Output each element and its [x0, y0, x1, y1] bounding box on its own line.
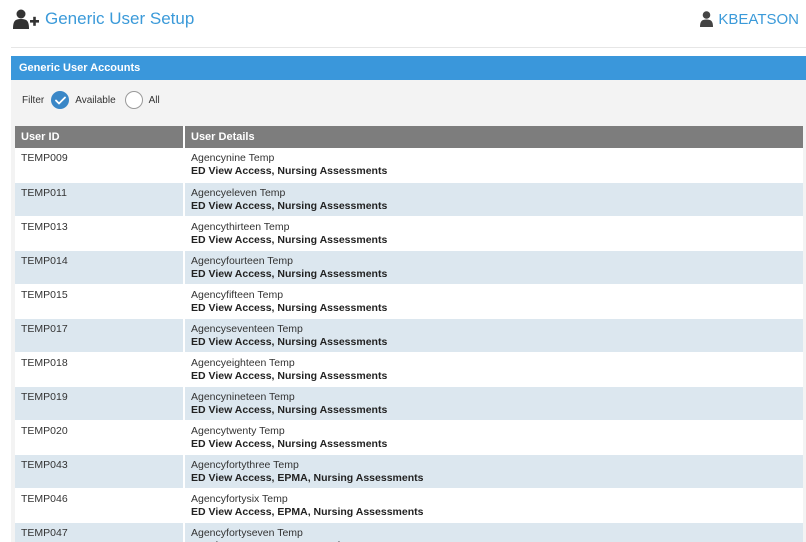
user-id-cell: TEMP011 — [15, 182, 184, 217]
generic-user-setup-page: Generic User Setup KBEATSON Generic User… — [0, 0, 806, 542]
panel-heading: Generic User Accounts — [11, 56, 806, 80]
user-display-name: Agencyfourteen Temp — [191, 254, 293, 267]
user-accounts-table-wrap: User ID User Details TEMP009 Agencynine T… — [15, 126, 803, 542]
table-row[interactable]: TEMP015 Agencyfifteen Temp ED View Access,… — [15, 284, 803, 319]
user-display-name: Agencyfortysix Temp — [191, 492, 288, 505]
user-display-name: Agencythirteen Temp — [191, 220, 290, 233]
table-row[interactable]: TEMP009 Agencynine Temp ED View Access, Nu… — [15, 148, 803, 183]
user-display-name: Agencynineteen Temp — [191, 390, 295, 403]
filter-all-radio[interactable] — [124, 91, 143, 109]
user-id-cell: TEMP015 — [15, 284, 184, 319]
user-id-cell: TEMP018 — [15, 352, 184, 387]
user-id-cell: TEMP019 — [15, 386, 184, 421]
user-id-cell: TEMP009 — [15, 148, 184, 183]
username-label[interactable]: KBEATSON — [718, 11, 799, 28]
user-roles: ED View Access, EPMA, Nursing Assessment… — [191, 471, 424, 484]
user-display-name: Agencyeighteen Temp — [191, 356, 295, 369]
table-row[interactable]: TEMP018 Agencyeighteen Temp ED View Access… — [15, 352, 803, 387]
user-id-cell: TEMP020 — [15, 420, 184, 455]
column-header-user-id[interactable]: User ID — [15, 126, 184, 148]
user-details-cell: Agencyfortythree Temp ED View Access, EPM… — [183, 454, 803, 489]
column-header-user-details[interactable]: User Details — [183, 126, 803, 148]
filter-row: Filter Available All — [11, 89, 169, 111]
user-roles: ED View Access, Nursing Assessments — [191, 369, 388, 382]
user-roles: ED View Access, Nursing Assessments — [191, 403, 388, 416]
user-roles: ED View Access, EPMA, Nursing Assessment… — [191, 505, 424, 518]
table-row[interactable]: TEMP020 Agencytwenty Temp ED View Access, … — [15, 420, 803, 455]
user-details-cell: Agencynine Temp ED View Access, Nursing A… — [183, 148, 803, 183]
user-roles: ED View Access, Nursing Assessments — [191, 437, 388, 450]
filter-available-radio[interactable] — [51, 91, 70, 109]
table-row[interactable]: TEMP013 Agencythirteen Temp ED View Access… — [15, 216, 803, 251]
table-header-row: User ID User Details — [15, 126, 803, 148]
user-accounts-table: User ID User Details TEMP009 Agencynine T… — [15, 126, 803, 542]
add-user-icon — [13, 9, 39, 29]
header-divider — [11, 47, 806, 48]
user-menu[interactable]: KBEATSON — [700, 9, 799, 29]
user-display-name: Agencyfifteen Temp — [191, 288, 284, 301]
user-roles: ED View Access, Nursing Assessments — [191, 233, 388, 246]
user-roles: ED View Access, Nursing Assessments — [191, 267, 388, 280]
user-details-cell: Agencyfifteen Temp ED View Access, Nursin… — [183, 284, 803, 319]
table-body: TEMP009 Agencynine Temp ED View Access, Nu… — [15, 148, 803, 542]
user-details-cell: Agencyfourteen Temp ED View Access, Nursi… — [183, 250, 803, 285]
user-id-cell: TEMP017 — [15, 318, 184, 353]
table-row[interactable]: TEMP046 Agencyfortysix Temp ED View Access… — [15, 488, 803, 523]
user-details-cell: Agencyfortysix Temp ED View Access, EPMA,… — [183, 488, 803, 523]
page-header: Generic User Setup KBEATSON — [0, 0, 806, 40]
table-row[interactable]: TEMP043 Agencyfortythree Temp ED View Acce… — [15, 454, 803, 489]
user-display-name: Agencyfortyseven Temp — [191, 526, 303, 539]
table-row[interactable]: TEMP019 Agencynineteen Temp ED View Access… — [15, 386, 803, 421]
user-id-cell: TEMP047 — [15, 522, 184, 542]
page-title: Generic User Setup — [45, 9, 195, 28]
filter-available-label[interactable]: Available — [75, 95, 115, 106]
user-id-cell: TEMP043 — [15, 454, 184, 489]
user-details-cell: Agencyeleven Temp ED View Access, Nursing… — [183, 182, 803, 217]
user-display-name: Agencyfortythree Temp — [191, 458, 299, 471]
filter-all-label[interactable]: All — [149, 95, 160, 106]
user-roles: ED View Access, Nursing Assessments — [191, 335, 388, 348]
user-details-cell: Agencyseventeen Temp ED View Access, Nurs… — [183, 318, 803, 353]
user-icon — [700, 11, 714, 27]
user-display-name: Agencynine Temp — [191, 152, 275, 164]
user-details-cell: Agencytwenty Temp ED View Access, Nursing… — [183, 420, 803, 455]
user-details-cell: Agencyfortyseven TempED View Access, EPM… — [183, 522, 803, 542]
user-id-cell: TEMP013 — [15, 216, 184, 251]
table-row[interactable]: TEMP014 Agencyfourteen Temp ED View Access… — [15, 250, 803, 285]
user-roles: ED View Access, Nursing Assessments — [191, 165, 388, 177]
user-details-cell: Agencynineteen Temp ED View Access, Nursi… — [183, 386, 803, 421]
user-id-cell: TEMP046 — [15, 488, 184, 523]
user-display-name: Agencytwenty Temp — [191, 424, 285, 437]
user-display-name: Agencyeleven Temp — [191, 186, 286, 199]
user-details-cell: Agencyeighteen Temp ED View Access, Nursi… — [183, 352, 803, 387]
table-row[interactable]: TEMP047Agencyfortyseven TempED View Acce… — [15, 522, 803, 542]
user-details-cell: Agencythirteen Temp ED View Access, Nursi… — [183, 216, 803, 251]
generic-user-accounts-panel: Generic User Accounts Filter Available A… — [11, 56, 806, 542]
table-row[interactable]: TEMP017 Agencyseventeen Temp ED View Acces… — [15, 318, 803, 353]
user-id-cell: TEMP014 — [15, 250, 184, 285]
filter-label: Filter — [22, 94, 45, 106]
user-display-name: Agencyseventeen Temp — [191, 322, 303, 335]
user-roles: ED View Access, Nursing Assessments — [191, 199, 388, 212]
checkmark-icon — [54, 96, 66, 104]
user-roles: ED View Access, Nursing Assessments — [191, 301, 388, 314]
table-row[interactable]: TEMP011 Agencyeleven Temp ED View Access, … — [15, 182, 803, 217]
